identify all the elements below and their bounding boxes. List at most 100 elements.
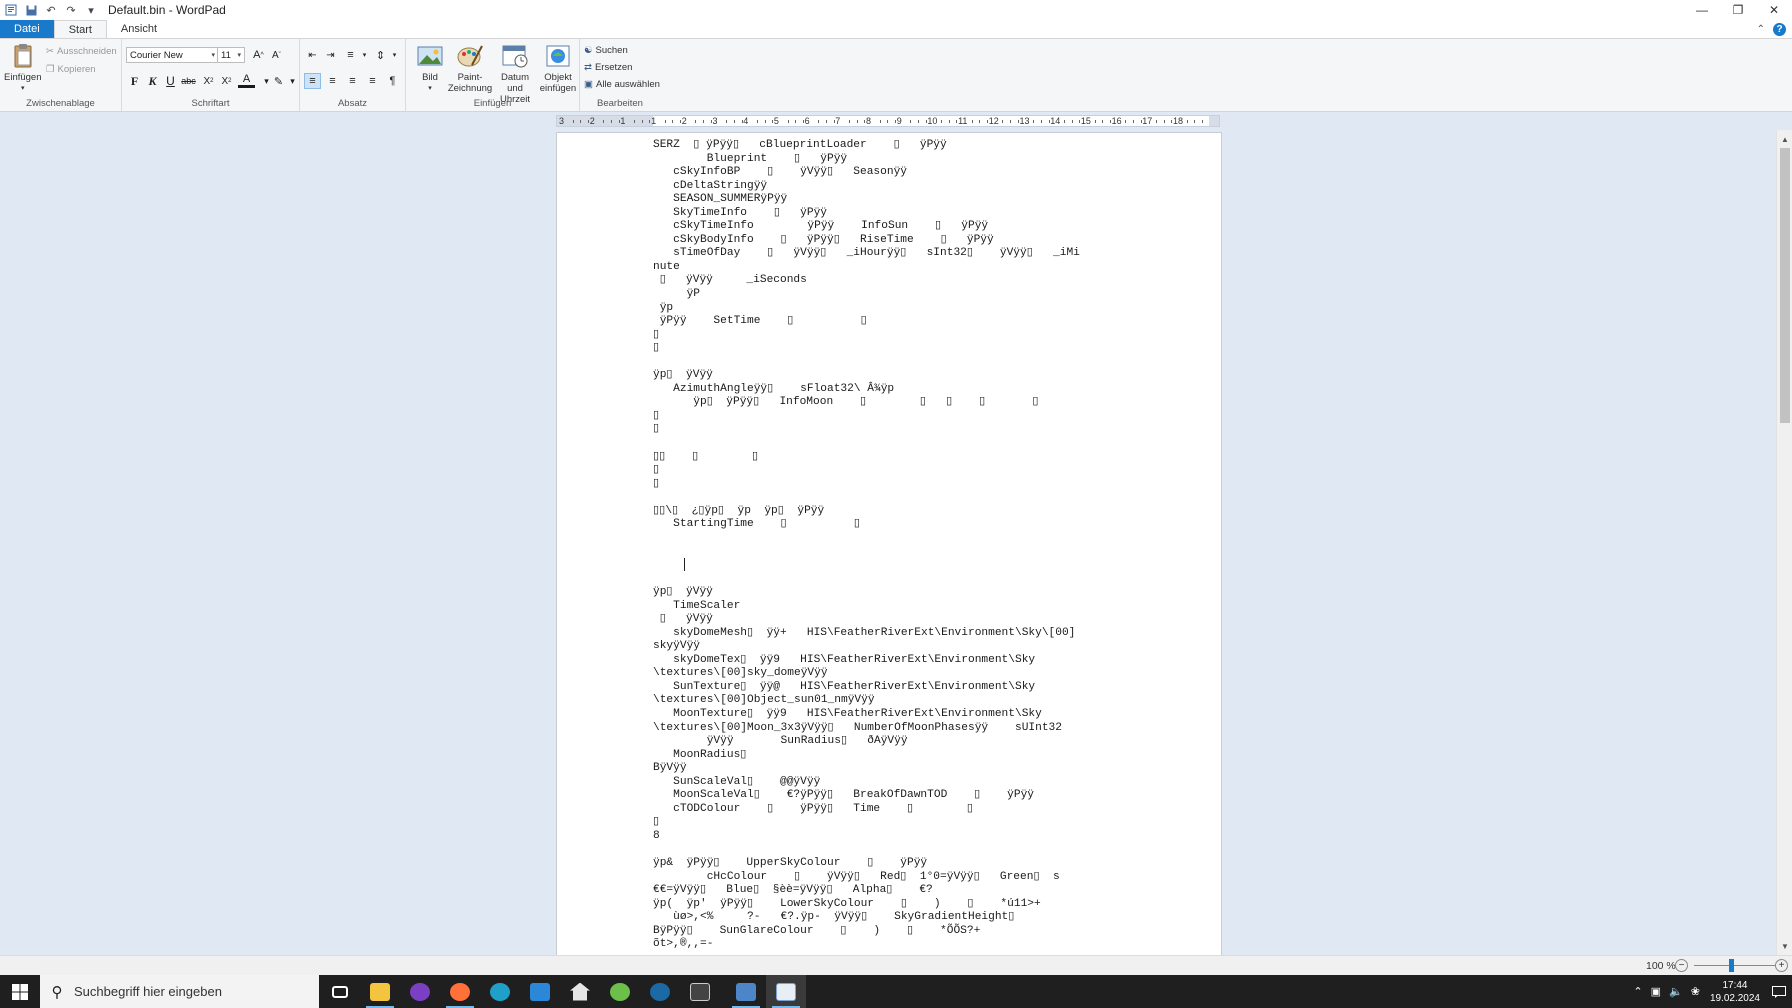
strikethrough-button[interactable]: abc [180,73,197,89]
start-button[interactable] [0,975,40,1008]
select-all-button[interactable]: ▣ Alle auswählen [584,76,660,92]
subscript-button[interactable]: X2 [200,73,217,89]
close-icon[interactable]: ✕ [1756,0,1792,20]
app-icon-2[interactable] [400,975,440,1008]
firefox-icon[interactable] [440,975,480,1008]
paragraph-group: ⇤ ⇥ ≡ ▾ ⇕ ▾ ≡ ≡ ≡ ≡ ¶ Absatz [300,39,406,111]
wordpad-app-icon[interactable] [4,3,18,17]
vertical-scrollbar[interactable]: ▲ ▼ [1776,130,1792,955]
document-line: BÿVÿÿ [653,762,687,775]
wordpad-icon[interactable] [766,975,806,1008]
edge-icon[interactable] [480,975,520,1008]
document-line: ▯ ÿVÿÿ [653,613,713,626]
taskbar-search[interactable]: ⚲ Suchbegriff hier eingeben [40,975,319,1008]
superscript-button[interactable]: X2 [218,73,235,89]
scroll-thumb[interactable] [1780,148,1790,423]
tab-start[interactable]: Start [53,20,107,38]
paste-button[interactable]: Einfügen ▾ [4,43,42,94]
insert-object-button[interactable]: Objekt einfügen [538,43,578,94]
network-icon[interactable]: ▣ [1647,985,1665,998]
paragraph-settings-icon[interactable]: ¶ [384,73,401,89]
scroll-down-icon[interactable]: ▼ [1777,939,1792,953]
increase-indent-icon[interactable]: ⇥ [322,47,339,63]
home-icon[interactable] [560,975,600,1008]
collapse-ribbon-icon[interactable]: ⌃ [1757,24,1765,35]
bullet-dropdown-icon[interactable]: ▾ [356,47,373,63]
ruler[interactable]: 3 2 1 1 2 3 4 5 6 7 8 9 10 11 12 13 14 15 16 17 18 [556,115,1220,127]
ruler-left-margin [557,116,653,126]
file-explorer-icon[interactable] [360,975,400,1008]
zoom-out-icon[interactable]: − [1675,959,1688,972]
ruler-number: 2 [589,116,595,126]
document-area: SERZ ▯ ÿPÿÿ▯ cBlueprintLoader ▯ ÿPÿÿ Blu… [0,130,1776,955]
align-left-icon[interactable]: ≡ [304,73,321,89]
replace-button[interactable]: ⇄ Ersetzen [584,59,660,75]
font-size-select[interactable]: 11 ▾ [217,47,245,63]
copy-button[interactable]: ❐ Kopieren [46,61,117,77]
datetime-button[interactable]: Datum und Uhrzeit [492,43,538,105]
tab-file[interactable]: Datei [0,20,54,38]
shrink-font-button[interactable]: Aˇ [268,47,285,63]
font-color-button[interactable]: A [238,73,255,88]
taskbar: ⚲ Suchbegriff hier eingeben ⌃ ▣ 🔈 ❀ 17:4… [0,975,1792,1008]
ruler-tick [910,120,912,123]
zoom-slider-thumb[interactable] [1729,959,1734,972]
notification-icon[interactable] [1766,975,1792,1008]
help-icon[interactable]: ? [1773,22,1786,36]
document-line: ▯ [653,816,660,829]
ruler-number: 7 [835,116,841,126]
copy-icon: ❐ [46,63,55,75]
grow-font-button[interactable]: A ^ [250,47,267,63]
tab-view[interactable]: Ansicht [107,20,171,38]
app-tb-icon[interactable] [680,975,720,1008]
align-center-icon[interactable]: ≡ [324,73,341,89]
decrease-indent-icon[interactable]: ⇤ [304,47,321,63]
search-placeholder: Suchbegriff hier eingeben [74,984,222,999]
picture-button[interactable]: Bild ▾ [412,43,448,94]
document-text[interactable]: SERZ ▯ ÿPÿÿ▯ cBlueprintLoader ▯ ÿPÿÿ Blu… [653,139,1153,952]
zoom-slider[interactable] [1694,965,1776,966]
bluetooth-icon[interactable]: ❀ [1687,985,1704,998]
document-line: skyDomeTex▯ ÿÿ9 HIS\FeatherRiverExt\Envi… [653,653,1036,666]
steam-icon[interactable] [640,975,680,1008]
ruler-number: 3 [712,116,718,126]
find-button[interactable]: ☯ Suchen [584,42,660,58]
restore-icon[interactable]: ❐ [1720,0,1756,20]
volume-icon[interactable]: 🔈 [1665,985,1687,998]
tray-chevron-icon[interactable]: ⌃ [1629,985,1646,998]
ruler-tick [1125,120,1127,123]
insert-group: Bild ▾ Paint- Zeichnung Datum und Uhrzei… [406,39,580,111]
app-green-icon[interactable] [600,975,640,1008]
clock[interactable]: 17:44 19.02.2024 [1704,979,1766,1005]
document-line: nute [653,260,680,273]
document-line: ▯ [653,477,660,490]
clipboard-group-label: Zwischenablage [26,98,95,109]
scissors-icon: ✂ [46,45,54,57]
zoom-in-icon[interactable]: + [1775,959,1788,972]
minimize-icon[interactable]: — [1684,0,1720,20]
highlight-dropdown-icon[interactable]: ▾ [284,73,301,89]
font-family-select[interactable]: Courier New ▾ [126,47,219,63]
cut-button[interactable]: ✂ Ausschneiden [46,43,117,59]
mail-icon[interactable] [520,975,560,1008]
save-icon[interactable] [24,3,38,17]
document-line: ÿp▯ ÿVÿÿ [653,369,713,382]
underline-button[interactable]: U [162,73,179,89]
ruler-tick [1202,120,1204,123]
redo-icon[interactable]: ↷ [64,3,78,17]
customize-dropdown-icon[interactable]: ▾ [84,3,98,17]
align-right-icon[interactable]: ≡ [344,73,361,89]
bold-button[interactable]: F [126,73,143,89]
document-page[interactable]: SERZ ▯ ÿPÿÿ▯ cBlueprintLoader ▯ ÿPÿÿ Blu… [556,132,1222,955]
paint-icon [457,45,483,67]
app-blue-icon[interactable] [726,975,766,1008]
justify-icon[interactable]: ≡ [364,73,381,89]
undo-icon[interactable]: ↶ [44,3,58,17]
italic-button[interactable]: K [144,73,161,89]
task-view-icon[interactable] [320,975,360,1008]
ruler-tick [825,120,827,123]
document-line: skyDomeMesh▯ ÿÿ+ HIS\FeatherRiverExt\Env… [653,626,1076,639]
paint-drawing-button[interactable]: Paint- Zeichnung [448,43,492,94]
line-spacing-dropdown-icon[interactable]: ▾ [386,47,403,63]
scroll-up-icon[interactable]: ▲ [1777,132,1792,146]
